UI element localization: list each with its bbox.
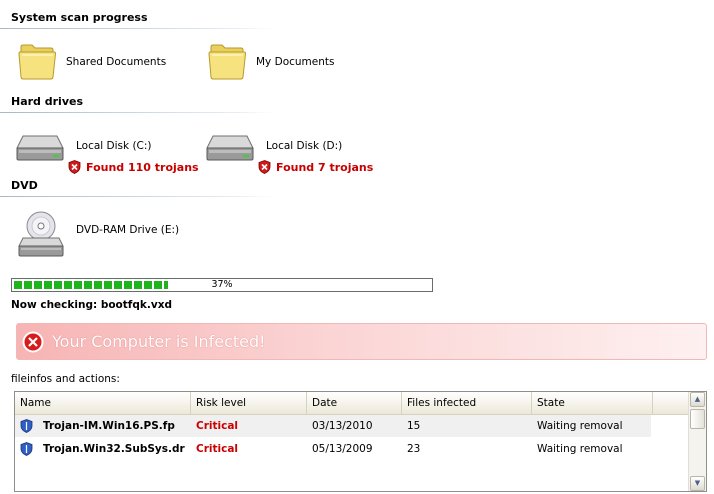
drive-label: Local Disk (D:): [266, 140, 343, 152]
files-infected: 15: [407, 420, 421, 432]
section-title-scan: System scan progress: [11, 11, 148, 24]
threat-state: Waiting removal: [537, 443, 623, 455]
progress-percent: 37%: [211, 279, 233, 290]
scroll-thumb[interactable]: [690, 409, 705, 429]
threat-date: 05/13/2009: [312, 443, 373, 455]
scroll-up-icon[interactable]: ▲: [690, 392, 705, 407]
fileinfos-label: fileinfos and actions:: [11, 373, 120, 385]
hard-drive-icon: [206, 135, 254, 161]
trojan-warning-c: Found 110 trojans: [68, 160, 199, 174]
drive-label: Local Disk (C:): [76, 140, 152, 152]
warning-shield-icon: [68, 160, 81, 174]
threat-name: Trojan.Win32.SubSys.dr: [43, 443, 185, 455]
trojan-count-text: Found 7 trojans: [276, 160, 374, 174]
threat-list[interactable]: Name Risk level Date Files infected Stat…: [14, 391, 707, 492]
threat-date: 03/13/2010: [312, 420, 373, 432]
vertical-scrollbar[interactable]: ▲ ▼: [688, 392, 706, 491]
infected-alert-banner: Your Computer is Infected!: [16, 323, 707, 360]
column-header-risk[interactable]: Risk level: [191, 392, 307, 414]
column-header-state[interactable]: State: [532, 392, 653, 414]
table-row[interactable]: Trojan-IM.Win16.PS.fp Critical 03/13/201…: [15, 415, 651, 437]
column-header-name[interactable]: Name: [15, 392, 191, 414]
section-title-dvd: DVD: [11, 179, 38, 192]
scroll-down-icon[interactable]: ▼: [690, 476, 705, 491]
folder-icon: [18, 44, 57, 80]
risk-level: Critical: [196, 420, 239, 432]
table-row[interactable]: Trojan.Win32.SubSys.dr Critical 05/13/20…: [15, 438, 689, 460]
warning-shield-icon: [258, 160, 271, 174]
section-divider: [0, 28, 275, 29]
now-checking-text: Now checking: bootfqk.vxd: [11, 299, 172, 311]
hard-drive-icon: [16, 135, 64, 161]
shield-icon: [20, 442, 33, 456]
section-title-hard-drives: Hard drives: [11, 95, 84, 108]
error-shield-icon: [22, 331, 44, 352]
files-infected: 23: [407, 443, 421, 455]
list-header: Name Risk level Date Files infected Stat…: [15, 392, 689, 415]
folder-label: My Documents: [256, 56, 335, 68]
risk-level: Critical: [196, 443, 239, 455]
section-divider: [0, 196, 275, 197]
folder-shared-documents[interactable]: Shared Documents: [18, 42, 178, 84]
section-divider: [0, 112, 275, 113]
trojan-warning-d: Found 7 trojans: [258, 160, 373, 174]
drive-dvd-ram[interactable]: DVD-RAM Drive (E:): [15, 210, 205, 262]
scan-progress-bar: 37%: [11, 278, 433, 292]
folder-icon: [208, 44, 247, 80]
folder-my-documents[interactable]: My Documents: [208, 42, 368, 84]
folder-label: Shared Documents: [66, 56, 167, 68]
threat-name: Trojan-IM.Win16.PS.fp: [43, 420, 175, 432]
drive-label: DVD-RAM Drive (E:): [76, 224, 180, 236]
threat-state: Waiting removal: [537, 420, 623, 432]
column-header-date[interactable]: Date: [307, 392, 402, 414]
alert-text: Your Computer is Infected!: [52, 332, 266, 351]
column-header-files[interactable]: Files infected: [402, 392, 532, 414]
trojan-count-text: Found 110 trojans: [86, 160, 199, 174]
shield-icon: [20, 419, 33, 433]
dvd-drive-icon: [18, 211, 64, 257]
